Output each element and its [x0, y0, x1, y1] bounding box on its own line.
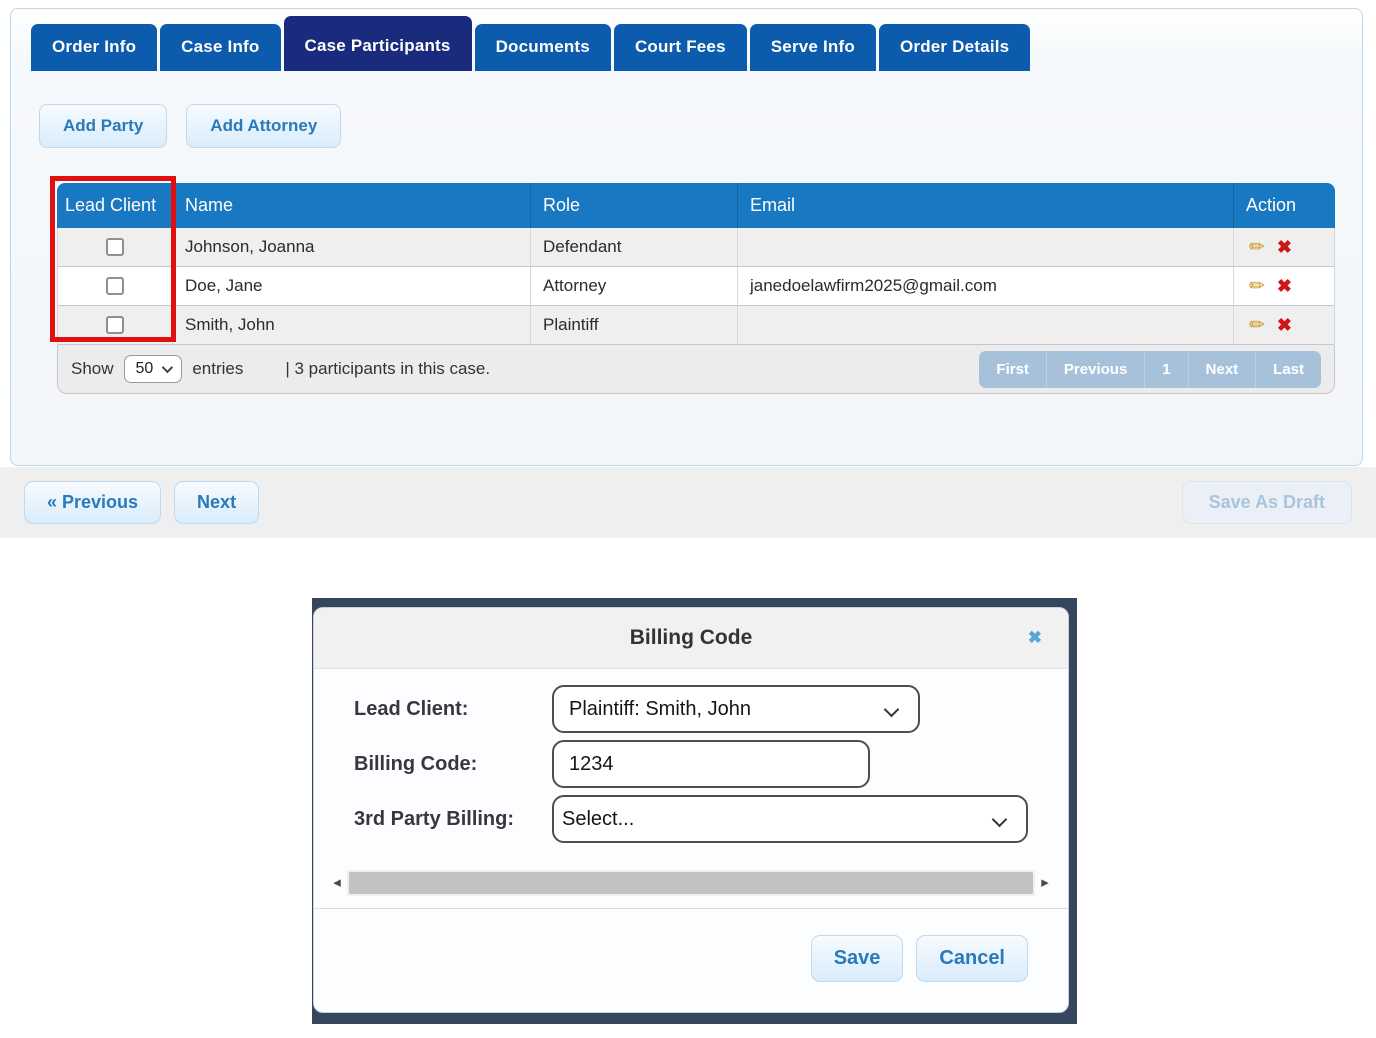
table-body: Johnson, Joanna Defendant ✏ ✖ Doe, Jane … [57, 228, 1335, 345]
delete-icon[interactable]: ✖ [1277, 316, 1292, 334]
pagination-previous-button[interactable]: Previous [1047, 351, 1145, 388]
chevron-down-icon [992, 811, 1008, 827]
third-party-billing-label: 3rd Party Billing: [354, 808, 552, 831]
participant-role: Attorney [530, 267, 737, 305]
participant-email [737, 306, 1233, 344]
participant-name: Smith, John [172, 306, 530, 344]
scrollbar-thumb[interactable] [349, 872, 1033, 894]
horizontal-scrollbar: ◂ ▸ [331, 869, 1051, 896]
participant-email [737, 228, 1233, 266]
delete-icon[interactable]: ✖ [1277, 238, 1292, 256]
page-size-value: 50 [136, 360, 154, 378]
scrollbar-track[interactable] [347, 870, 1035, 896]
scroll-right-icon[interactable]: ▸ [1039, 875, 1051, 890]
modal-backdrop: Billing Code ✖ Lead Client: Plaintiff: S… [312, 598, 1077, 1024]
billing-code-input[interactable]: 1234 [552, 740, 870, 788]
column-header-name: Name [172, 183, 530, 228]
add-party-button[interactable]: Add Party [39, 104, 167, 148]
column-header-action: Action [1233, 183, 1335, 228]
tab-order-details[interactable]: Order Details [879, 24, 1030, 71]
column-header-lead-client: Lead Client [57, 183, 172, 228]
column-header-role: Role [530, 183, 737, 228]
edit-icon[interactable]: ✏ [1249, 238, 1265, 257]
chevron-down-icon [162, 362, 173, 373]
save-as-draft-button[interactable]: Save As Draft [1182, 481, 1352, 524]
modal-title: Billing Code [630, 626, 753, 650]
modal-body: Lead Client: Plaintiff: Smith, John Bill… [314, 669, 1068, 982]
page: Order Info Case Info Case Participants D… [0, 0, 1376, 1038]
billing-code-label: Billing Code: [354, 753, 552, 776]
lead-client-label: Lead Client: [354, 698, 552, 721]
tab-order-info[interactable]: Order Info [31, 24, 157, 71]
tab-bar: Order Info Case Info Case Participants D… [31, 9, 1030, 71]
modal-header: Billing Code ✖ [314, 608, 1068, 669]
edit-icon[interactable]: ✏ [1249, 277, 1265, 296]
third-party-billing-select[interactable]: Select... [552, 795, 1028, 843]
participants-table: Lead Client Name Role Email Action Johns… [57, 183, 1335, 394]
participant-role: Defendant [530, 228, 737, 266]
lead-client-field-row: Lead Client: Plaintiff: Smith, John [354, 685, 1028, 733]
table-header-row: Lead Client Name Role Email Action [57, 183, 1335, 228]
edit-icon[interactable]: ✏ [1249, 316, 1265, 335]
lead-client-select[interactable]: Plaintiff: Smith, John [552, 685, 920, 733]
save-button[interactable]: Save [811, 935, 904, 982]
table-row: Johnson, Joanna Defendant ✏ ✖ [58, 228, 1334, 267]
lead-client-value: Plaintiff: Smith, John [569, 698, 751, 721]
tab-serve-info[interactable]: Serve Info [750, 24, 876, 71]
close-icon[interactable]: ✖ [1028, 628, 1042, 648]
lead-client-checkbox[interactable] [106, 238, 124, 256]
billing-code-value: 1234 [569, 753, 614, 776]
cancel-button[interactable]: Cancel [916, 935, 1028, 982]
column-header-email: Email [737, 183, 1233, 228]
delete-icon[interactable]: ✖ [1277, 277, 1292, 295]
lead-client-checkbox[interactable] [106, 277, 124, 295]
participant-role: Plaintiff [530, 306, 737, 344]
pagination-first-button[interactable]: First [979, 351, 1047, 388]
page-size-select[interactable]: 50 [124, 355, 183, 383]
pagination: First Previous 1 Next Last [979, 351, 1321, 388]
tab-documents[interactable]: Documents [475, 24, 611, 71]
participant-name: Johnson, Joanna [172, 228, 530, 266]
scroll-left-icon[interactable]: ◂ [331, 875, 343, 890]
billing-code-modal: Billing Code ✖ Lead Client: Plaintiff: S… [313, 607, 1069, 1013]
table-row: Doe, Jane Attorney janedoelawfirm2025@gm… [58, 267, 1334, 306]
entries-label: entries [192, 359, 243, 379]
add-attorney-button[interactable]: Add Attorney [186, 104, 341, 148]
pagination-next-button[interactable]: Next [1189, 351, 1257, 388]
billing-code-field-row: Billing Code: 1234 [354, 740, 1028, 788]
tab-case-info[interactable]: Case Info [160, 24, 280, 71]
table-footer: Show 50 entries | 3 participants in this… [57, 345, 1335, 394]
pagination-page-1-button[interactable]: 1 [1145, 351, 1188, 388]
tab-case-participants[interactable]: Case Participants [284, 16, 472, 71]
next-step-button[interactable]: Next [174, 481, 259, 524]
chevron-down-icon [884, 701, 900, 717]
participant-name: Doe, Jane [172, 267, 530, 305]
wizard-nav-footer: « Previous Next Save As Draft [0, 467, 1376, 538]
participant-email: janedoelawfirm2025@gmail.com [737, 267, 1233, 305]
third-party-billing-value: Select... [562, 808, 634, 831]
tab-court-fees[interactable]: Court Fees [614, 24, 747, 71]
lead-client-checkbox[interactable] [106, 316, 124, 334]
participants-toolbar: Add Party Add Attorney [39, 104, 341, 148]
third-party-billing-field-row: 3rd Party Billing: Select... [354, 795, 1028, 843]
modal-divider [314, 908, 1068, 909]
show-label: Show [71, 359, 114, 379]
pagination-last-button[interactable]: Last [1256, 351, 1321, 388]
previous-step-button[interactable]: « Previous [24, 481, 161, 524]
table-row: Smith, John Plaintiff ✏ ✖ [58, 306, 1334, 345]
modal-buttons: Save Cancel [354, 935, 1028, 982]
participants-count: | 3 participants in this case. [285, 359, 490, 379]
